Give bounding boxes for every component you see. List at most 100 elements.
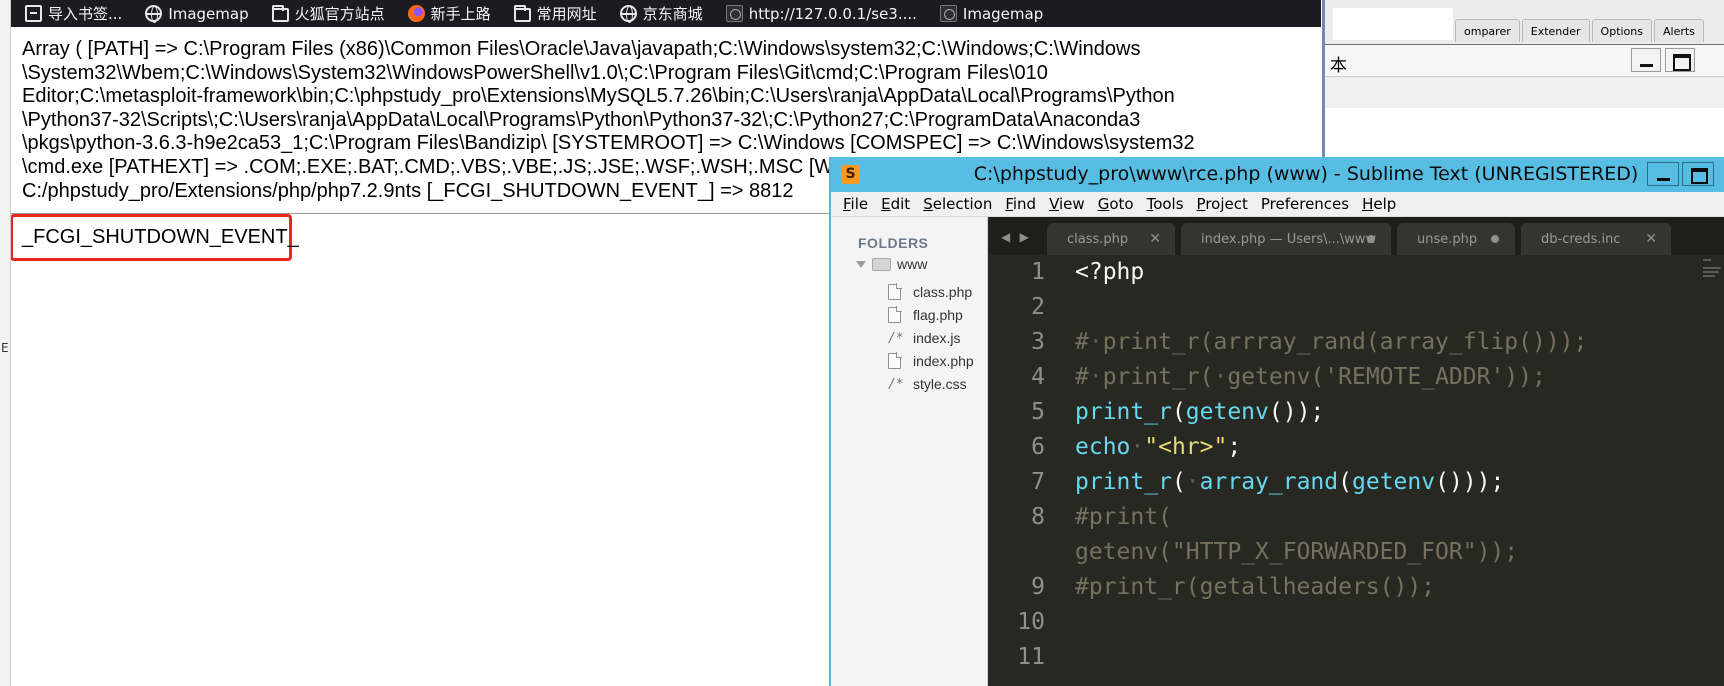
file-icon	[888, 306, 902, 323]
line-gutter: 1 2 3 4 5 6 7 8 9 10 11	[989, 255, 1067, 686]
line-number: 4	[1031, 364, 1045, 390]
bookmark-localhost[interactable]: http://127.0.0.1/se3....	[712, 0, 926, 27]
tab-index-php[interactable]: index.php — Users\...\www	[1181, 223, 1391, 255]
tab-extender[interactable]: Extender	[1521, 19, 1590, 42]
bookmark-jd-mall[interactable]: 京东商城	[606, 0, 712, 27]
globe-icon	[145, 5, 163, 23]
burp-bar-text: 本	[1330, 56, 1347, 76]
import-icon	[25, 5, 42, 22]
line-number: 6	[1031, 434, 1045, 460]
line-number: 2	[1031, 294, 1045, 320]
tab-scroll-arrows-icon[interactable]: ◀ ▶	[1001, 230, 1032, 244]
array-line: Editor;C:\metasploit-framework\bin;C:\ph…	[22, 85, 1175, 108]
minimize-button[interactable]	[1647, 162, 1679, 186]
bookmark-common-sites[interactable]: 常用网址	[500, 0, 606, 27]
menu-file[interactable]: File	[843, 195, 868, 213]
folders-header: FOLDERS	[858, 235, 929, 251]
maximize-button[interactable]	[1665, 48, 1695, 72]
menu-selection[interactable]: Selection	[923, 195, 992, 213]
menu-preferences[interactable]: Preferences	[1261, 195, 1349, 213]
minimap-line	[1703, 259, 1711, 261]
bookmark-getting-started[interactable]: 新手上路	[394, 0, 500, 27]
line-number: 3	[1031, 329, 1045, 355]
sidebar-file-style-css[interactable]: /* style.css	[888, 374, 967, 394]
file-icon	[888, 352, 902, 369]
code-line-8: #print(	[1075, 504, 1172, 530]
burp-header: omparer Extender Options Alerts	[1325, 0, 1724, 46]
menu-view[interactable]: View	[1049, 195, 1085, 213]
page-icon	[939, 5, 957, 22]
line-number: 11	[1017, 644, 1045, 670]
random-key-output: _FCGI_SHUTDOWN_EVENT_	[22, 226, 299, 248]
page-icon	[725, 5, 743, 22]
minimap-line	[1703, 275, 1715, 277]
array-line: \pkgs\python-3.6.3-h9e2ca53_1;C:\Program…	[22, 132, 1195, 155]
line-number: 5	[1031, 399, 1045, 425]
maximize-button[interactable]	[1682, 162, 1714, 186]
code-editor[interactable]: <?php #·print_r(arrray_rand(array_flip()…	[1067, 255, 1724, 686]
code-line-4: #·print_r(·getenv('REMOTE_ADDR'));	[1075, 364, 1546, 390]
tab-comparer[interactable]: omparer	[1455, 19, 1520, 42]
minimap-line	[1703, 267, 1721, 269]
left-window-edge: E	[0, 0, 11, 686]
line-number: 10	[1017, 609, 1045, 635]
code-line-8-wrap: getenv("HTTP_X_FORWARDED_FOR"));	[1075, 539, 1519, 565]
editor-tabs: ◀ ▶ class.php ✕ index.php — Users\...\www…	[989, 217, 1724, 255]
code-line-3: #·print_r(arrray_rand(array_flip()));	[1075, 329, 1588, 355]
globe-icon	[619, 5, 637, 23]
tab-class-php[interactable]: class.php ✕	[1047, 223, 1175, 255]
sidebar-file-index-php[interactable]: index.php	[888, 351, 974, 371]
unsaved-dot-icon[interactable]	[1367, 235, 1375, 243]
menu-tools[interactable]: Tools	[1147, 195, 1184, 213]
unsaved-dot-icon[interactable]	[1491, 235, 1499, 243]
sidebar-file-class-php[interactable]: class.php	[888, 282, 972, 302]
array-line: Array ( [PATH] => C:\Program Files (x86)…	[22, 38, 1141, 60]
sublime-window: S C:\phpstudy_pro\www\rce.php (www) - Su…	[829, 157, 1724, 686]
code-line-7: print_r(·array_rand(getenv()));	[1075, 469, 1505, 495]
menu-bar: File Edit Selection Find View Goto Tools…	[831, 192, 1724, 217]
array-line: \System32\Wbem;C:\Windows\System32\Windo…	[22, 61, 1048, 84]
bookmark-imagemap[interactable]: Imagemap	[131, 0, 257, 27]
bookmark-import[interactable]: 导入书签...	[11, 0, 131, 27]
menu-help[interactable]: Help	[1362, 195, 1396, 213]
line-number: 9	[1031, 574, 1045, 600]
minimize-button[interactable]	[1631, 48, 1661, 72]
folder-icon	[271, 4, 289, 22]
burp-titlebar: 本	[1325, 44, 1724, 77]
comment-file-icon: /*	[888, 376, 904, 392]
chevron-down-icon	[856, 260, 866, 268]
window-title: C:\phpstudy_pro\www\rce.php (www) - Subl…	[973, 163, 1639, 185]
folder-icon	[513, 4, 531, 22]
sidebar-file-flag-php[interactable]: flag.php	[888, 305, 963, 325]
minimap-line	[1703, 271, 1719, 273]
menu-goto[interactable]: Goto	[1098, 195, 1134, 213]
menu-edit[interactable]: Edit	[881, 195, 910, 213]
tab-db-creds-inc[interactable]: db-creds.inc ✕	[1521, 223, 1671, 255]
line-number: 1	[1031, 259, 1045, 285]
tab-options[interactable]: Options	[1591, 19, 1652, 42]
sidebar-file-index-js[interactable]: /* index.js	[888, 328, 960, 348]
menu-find[interactable]: Find	[1005, 195, 1036, 213]
bookmark-firefox-official[interactable]: 火狐官方站点	[258, 0, 394, 27]
menu-project[interactable]: Project	[1197, 195, 1248, 213]
file-icon	[888, 283, 902, 300]
tab-unse-php[interactable]: unse.php	[1397, 223, 1515, 255]
bookmark-imagemap-2[interactable]: Imagemap	[926, 0, 1052, 27]
burp-window: omparer Extender Options Alerts 本	[1322, 0, 1724, 160]
line-number: 7	[1031, 469, 1045, 495]
minimap[interactable]	[1701, 255, 1724, 686]
burp-tabs: omparer Extender Options Alerts	[1455, 19, 1706, 42]
firefox-icon	[407, 5, 425, 22]
array-line: \Python37-32\Scripts\;C:\Users\ranja\App…	[22, 108, 1141, 131]
code-line-6: echo·"<hr>";	[1075, 434, 1242, 460]
burp-body	[1325, 78, 1724, 108]
line-number: 8	[1031, 504, 1045, 530]
code-line-9: #print_r(getallheaders());	[1075, 574, 1436, 600]
close-icon[interactable]: ✕	[1645, 231, 1657, 247]
burp-lower-panel	[1325, 108, 1724, 160]
tab-alerts[interactable]: Alerts	[1654, 19, 1704, 42]
code-line-1: <?php	[1075, 259, 1145, 285]
folder-www[interactable]: www	[856, 256, 927, 272]
close-icon[interactable]: ✕	[1149, 231, 1161, 247]
burp-panel	[1333, 8, 1453, 40]
